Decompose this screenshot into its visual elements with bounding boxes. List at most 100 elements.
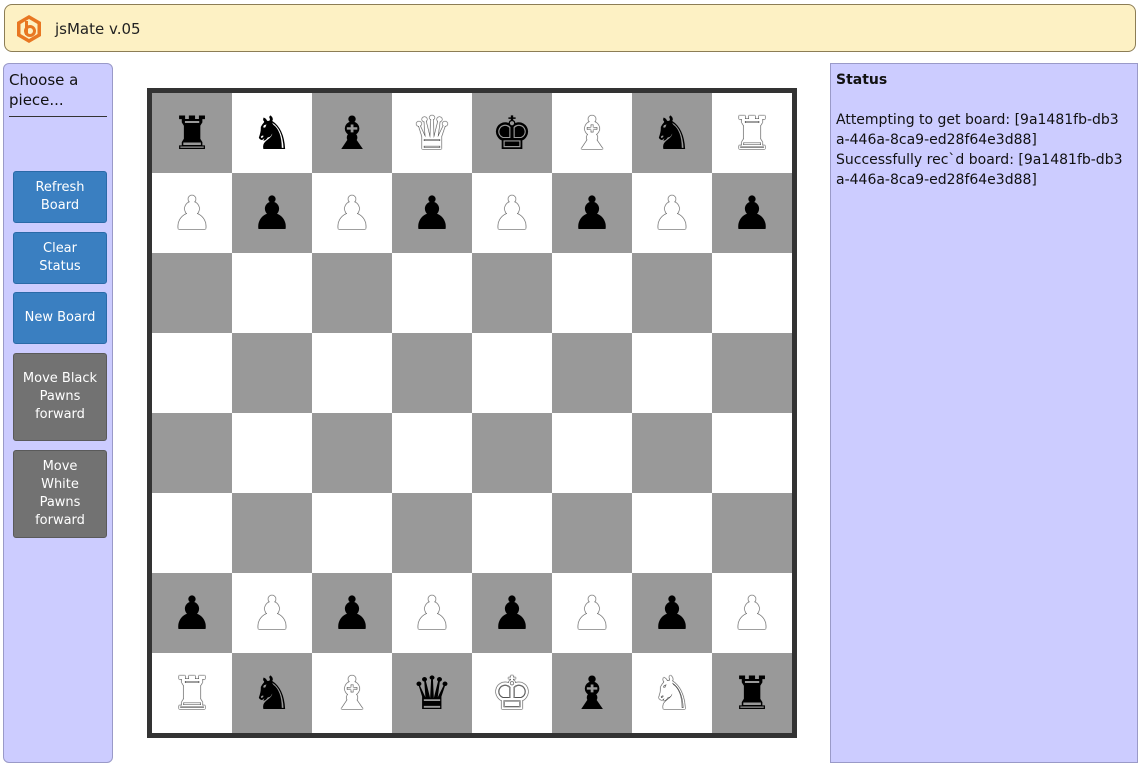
black-pawn-icon[interactable]: ♟ <box>491 590 532 636</box>
board-square[interactable]: ♟ <box>472 573 552 653</box>
black-queen-icon[interactable]: ♛ <box>411 670 452 716</box>
board-square[interactable] <box>312 413 392 493</box>
white-bishop-icon[interactable]: ♝ <box>331 670 372 716</box>
refresh-board-button[interactable]: Refresh Board <box>13 171 107 223</box>
board-square[interactable] <box>472 413 552 493</box>
black-rook-icon[interactable]: ♜ <box>731 670 772 716</box>
board-square[interactable] <box>552 493 632 573</box>
board-square[interactable]: ♟ <box>552 573 632 653</box>
board-square[interactable] <box>712 493 792 573</box>
board-square[interactable] <box>552 253 632 333</box>
black-knight-icon[interactable]: ♞ <box>251 670 292 716</box>
board-square[interactable]: ♟ <box>232 173 312 253</box>
board-square[interactable]: ♟ <box>312 173 392 253</box>
board-square[interactable]: ♞ <box>632 93 712 173</box>
board-square[interactable]: ♟ <box>472 173 552 253</box>
board-square[interactable]: ♜ <box>152 93 232 173</box>
white-pawn-icon[interactable]: ♟ <box>411 590 452 636</box>
black-pawn-icon[interactable]: ♟ <box>331 590 372 636</box>
black-pawn-icon[interactable]: ♟ <box>171 590 212 636</box>
board-square[interactable]: ♟ <box>392 173 472 253</box>
board-square[interactable] <box>152 253 232 333</box>
white-pawn-icon[interactable]: ♟ <box>491 190 532 236</box>
board-square[interactable] <box>712 333 792 413</box>
board-square[interactable]: ♝ <box>312 93 392 173</box>
board-square[interactable]: ♟ <box>232 573 312 653</box>
board-square[interactable]: ♟ <box>152 573 232 653</box>
board-square[interactable] <box>712 253 792 333</box>
board-square[interactable]: ♜ <box>712 653 792 733</box>
white-bishop-icon[interactable]: ♝ <box>571 110 612 156</box>
board-square[interactable] <box>552 333 632 413</box>
board-square[interactable] <box>632 333 712 413</box>
board-square[interactable] <box>712 413 792 493</box>
board-square[interactable]: ♞ <box>632 653 712 733</box>
board-square[interactable] <box>552 413 632 493</box>
board-square[interactable]: ♛ <box>392 653 472 733</box>
black-bishop-icon[interactable]: ♝ <box>571 670 612 716</box>
board-square[interactable] <box>472 333 552 413</box>
black-rook-icon[interactable]: ♜ <box>171 110 212 156</box>
board-square[interactable] <box>472 493 552 573</box>
black-knight-icon[interactable]: ♞ <box>251 110 292 156</box>
move-black-pawns-button[interactable]: Move Black Pawns forward <box>13 353 107 441</box>
board-square[interactable]: ♟ <box>712 573 792 653</box>
board-square[interactable]: ♛ <box>392 93 472 173</box>
white-rook-icon[interactable]: ♜ <box>731 110 772 156</box>
board-square[interactable]: ♟ <box>392 573 472 653</box>
black-knight-icon[interactable]: ♞ <box>651 110 692 156</box>
white-pawn-icon[interactable]: ♟ <box>651 190 692 236</box>
board-square[interactable]: ♝ <box>552 93 632 173</box>
board-square[interactable]: ♜ <box>712 93 792 173</box>
black-bishop-icon[interactable]: ♝ <box>331 110 372 156</box>
board-square[interactable] <box>232 333 312 413</box>
clear-status-button[interactable]: Clear Status <box>13 232 107 284</box>
board-square[interactable]: ♟ <box>632 173 712 253</box>
board-square[interactable]: ♟ <box>312 573 392 653</box>
black-pawn-icon[interactable]: ♟ <box>731 190 772 236</box>
board-square[interactable]: ♟ <box>552 173 632 253</box>
white-queen-icon[interactable]: ♛ <box>411 110 452 156</box>
board-square[interactable] <box>312 333 392 413</box>
board-square[interactable]: ♞ <box>232 653 312 733</box>
board-square[interactable] <box>152 493 232 573</box>
board-square[interactable] <box>232 413 312 493</box>
black-pawn-icon[interactable]: ♟ <box>251 190 292 236</box>
move-white-pawns-button[interactable]: Move White Pawns forward <box>13 450 107 538</box>
board-square[interactable]: ♞ <box>232 93 312 173</box>
white-king-icon[interactable]: ♚ <box>491 670 532 716</box>
black-king-icon[interactable]: ♚ <box>491 110 532 156</box>
board-square[interactable]: ♟ <box>632 573 712 653</box>
white-pawn-icon[interactable]: ♟ <box>731 590 772 636</box>
board-square[interactable] <box>632 413 712 493</box>
black-pawn-icon[interactable]: ♟ <box>651 590 692 636</box>
board-square[interactable] <box>632 493 712 573</box>
board-square[interactable]: ♚ <box>472 93 552 173</box>
board-square[interactable]: ♚ <box>472 653 552 733</box>
board-square[interactable] <box>312 493 392 573</box>
board-square[interactable] <box>232 493 312 573</box>
black-pawn-icon[interactable]: ♟ <box>571 190 612 236</box>
white-pawn-icon[interactable]: ♟ <box>171 190 212 236</box>
white-rook-icon[interactable]: ♜ <box>171 670 212 716</box>
board-square[interactable] <box>152 413 232 493</box>
board-square[interactable] <box>232 253 312 333</box>
board-square[interactable] <box>392 413 472 493</box>
board-square[interactable]: ♜ <box>152 653 232 733</box>
board-square[interactable]: ♝ <box>552 653 632 733</box>
board-square[interactable] <box>392 493 472 573</box>
board-square[interactable]: ♟ <box>152 173 232 253</box>
board-square[interactable]: ♟ <box>712 173 792 253</box>
board-square[interactable] <box>312 253 392 333</box>
white-pawn-icon[interactable]: ♟ <box>331 190 372 236</box>
black-pawn-icon[interactable]: ♟ <box>411 190 452 236</box>
board-square[interactable] <box>472 253 552 333</box>
board-square[interactable] <box>392 333 472 413</box>
board-square[interactable]: ♝ <box>312 653 392 733</box>
board-square[interactable] <box>632 253 712 333</box>
white-pawn-icon[interactable]: ♟ <box>251 590 292 636</box>
new-board-button[interactable]: New Board <box>13 292 107 344</box>
board-square[interactable] <box>392 253 472 333</box>
white-pawn-icon[interactable]: ♟ <box>571 590 612 636</box>
board-square[interactable] <box>152 333 232 413</box>
